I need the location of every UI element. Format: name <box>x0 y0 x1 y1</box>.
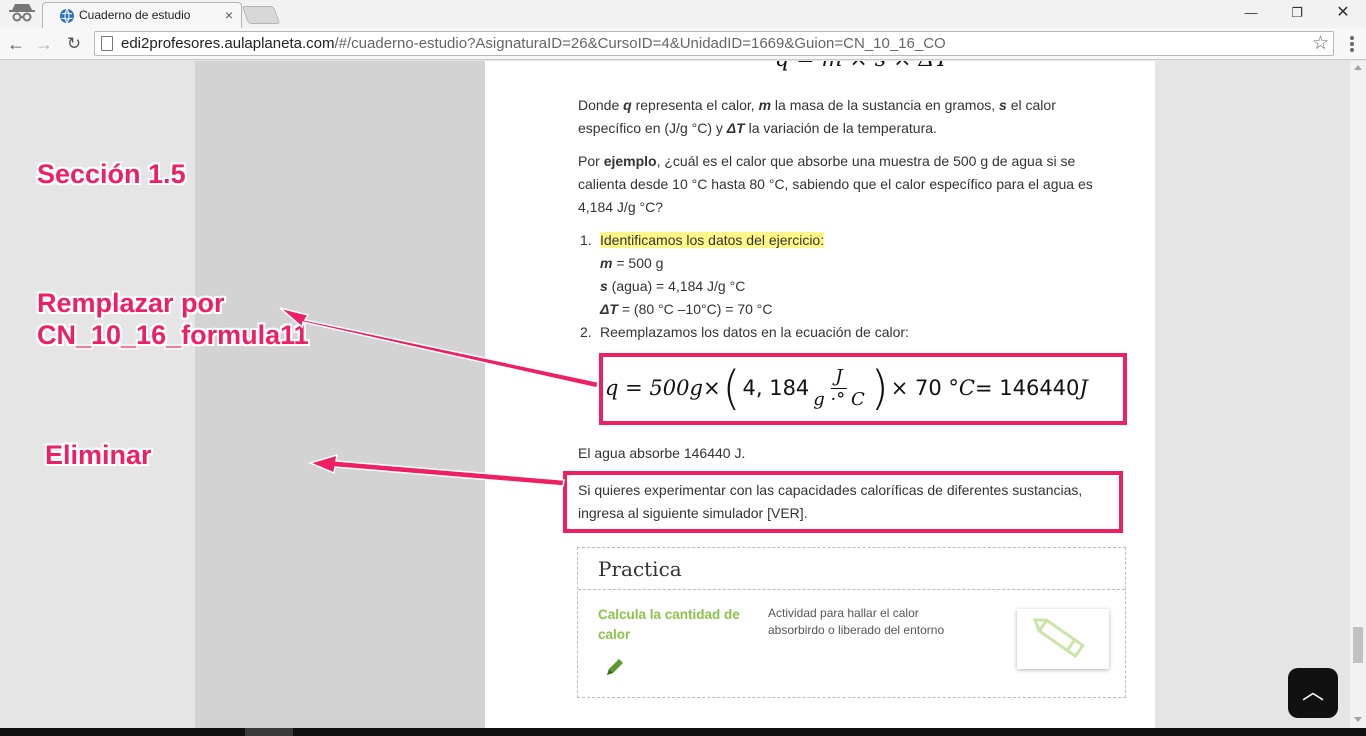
browser-menu-button[interactable] <box>1342 34 1362 54</box>
scroll-to-top-button[interactable]: ︿ <box>1288 668 1338 718</box>
browser-tab[interactable]: Cuaderno de estudio × <box>42 2 242 28</box>
globe-icon <box>60 8 74 24</box>
simulator-link-text[interactable]: Si quieres experimentar con las capacida… <box>578 479 1108 525</box>
pencil-icon[interactable] <box>602 654 628 680</box>
url-path: /#/cuaderno-estudio?AsignaturaID=26&Curs… <box>334 35 946 52</box>
forward-button[interactable]: → <box>32 32 56 56</box>
equation-highlight-box: q = 500 g × ( 4, 184 Jg ·° C ) × 70 ° C =… <box>599 353 1127 425</box>
step-1-label: Identificamos los datos del ejercicio: <box>600 232 825 248</box>
restore-button[interactable]: ❐ <box>1274 2 1320 24</box>
os-taskbar <box>0 728 1366 736</box>
url-host: edi2profesores.aulaplaneta.com <box>121 35 335 52</box>
vertical-scrollbar[interactable] <box>1350 61 1366 728</box>
step-2: 2. Reemplazamos los datos en la ecuación… <box>580 324 909 340</box>
scrollbar-thumb[interactable] <box>1353 627 1363 663</box>
bookmark-star-icon[interactable]: ☆ <box>1312 33 1329 55</box>
steps-list: 1. Identificamos los datos del ejercicio… <box>580 229 909 344</box>
minimize-button[interactable]: — <box>1228 2 1274 24</box>
practice-card: Practica Calcula la cantidad de calor Ac… <box>577 547 1126 698</box>
step-1: 1. Identificamos los datos del ejercicio… <box>580 232 825 248</box>
intro-paragraph: Donde q representa el calor, m la masa d… <box>578 97 1056 136</box>
study-notebook-content: q = m × s × ΔT Donde q representa el cal… <box>485 61 1155 728</box>
page-icon <box>101 36 113 51</box>
left-gutter <box>195 61 485 728</box>
scroll-up-icon[interactable] <box>1354 65 1362 70</box>
annotation-delete: Eliminar <box>45 440 152 470</box>
new-tab-button[interactable] <box>241 6 281 24</box>
page-viewport: q = m × s × ΔT Donde q representa el cal… <box>0 61 1350 728</box>
tab-strip: Cuaderno de estudio × — ❐ ✕ <box>0 0 1366 28</box>
step-2-label: Reemplazamos los datos en la ecuación de… <box>600 324 909 340</box>
address-bar[interactable]: edi2profesores.aulaplaneta.com/#/cuadern… <box>94 31 1334 56</box>
heat-formula: q = m × s × ΔT <box>775 61 949 72</box>
data-mass: m = 500 g <box>600 255 664 271</box>
activity-description: Actividad para hallar el calor absorbird… <box>768 606 945 637</box>
annotation-replace: Remplazar por CN_10_16_formula11 <box>37 288 309 350</box>
close-window-button[interactable]: ✕ <box>1320 2 1366 24</box>
back-button[interactable]: ← <box>4 32 28 56</box>
right-background <box>1155 61 1350 728</box>
simulator-highlight-box: Si quieres experimentar con las capacida… <box>563 471 1123 533</box>
tab-title: Cuaderno de estudio <box>79 8 191 22</box>
tab-close-icon[interactable]: × <box>225 7 233 23</box>
pencil-thumbnail-icon <box>1032 618 1085 659</box>
result-text: El agua absorbe 146440 J. <box>578 445 746 461</box>
annotation-section: Sección 1.5 <box>37 159 186 189</box>
practice-title: Practica <box>598 557 682 581</box>
activity-name-link[interactable]: Calcula la cantidad de calor <box>598 605 748 645</box>
reload-button[interactable]: ↻ <box>62 32 86 56</box>
taskbar-active-item[interactable] <box>245 728 293 736</box>
heat-equation: q = 500 g × ( 4, 184 Jg ·° C ) × 70 ° C =… <box>605 361 1088 415</box>
incognito-icon <box>9 4 35 22</box>
data-delta-t: ΔT = (80 °C –10°C) = 70 °C <box>600 301 773 317</box>
example-paragraph: Por ejemplo, ¿cuál es el calor que absor… <box>578 153 1093 215</box>
url-text[interactable]: edi2profesores.aulaplaneta.com/#/cuadern… <box>121 35 946 52</box>
browser-toolbar: ← → ↻ edi2profesores.aulaplaneta.com/#/c… <box>0 28 1366 60</box>
data-specific-heat: s (agua) = 4,184 J/g °C <box>600 278 746 294</box>
scroll-down-icon[interactable] <box>1354 717 1362 722</box>
activity-thumbnail[interactable] <box>1017 609 1109 669</box>
